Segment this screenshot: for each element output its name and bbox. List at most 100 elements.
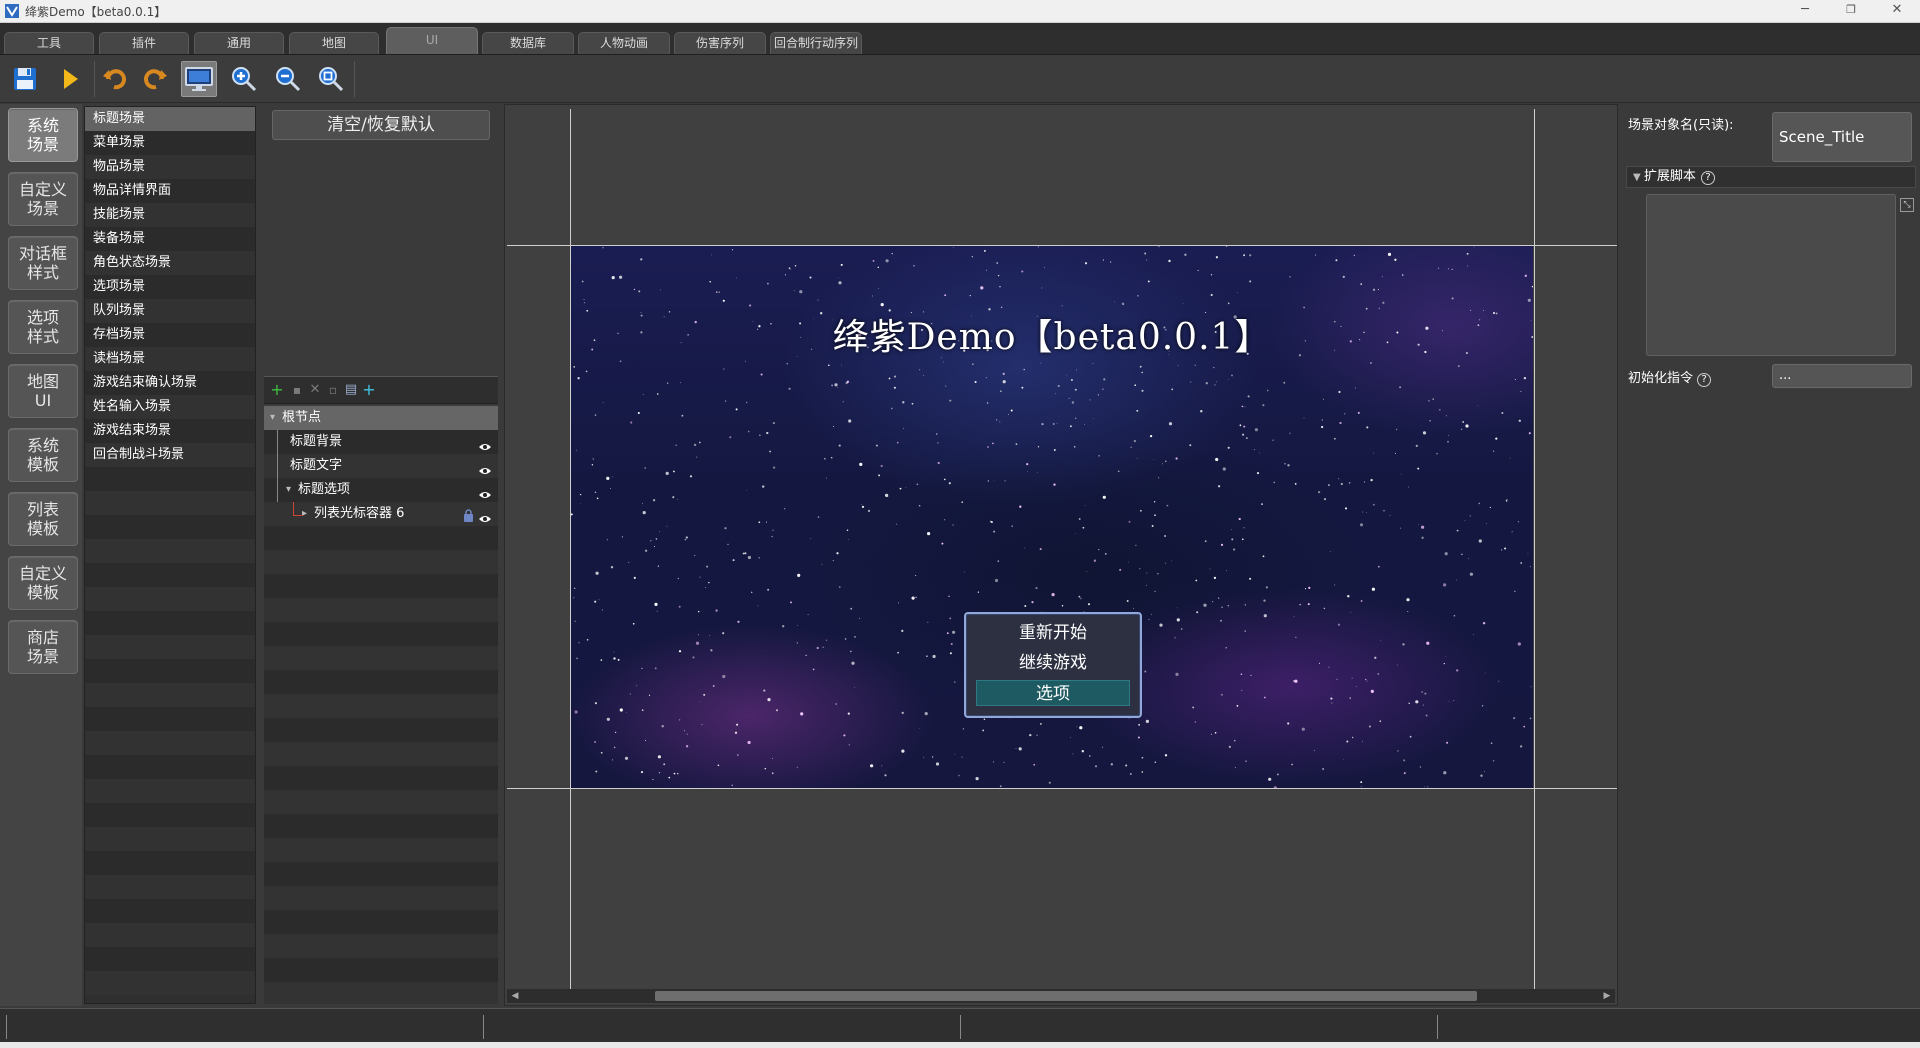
scene-list-item[interactable]: 读档场景 [85, 347, 255, 371]
undo-button[interactable] [96, 61, 132, 97]
horizontal-scrollbar[interactable]: ◀ ▶ [507, 989, 1615, 1003]
title-menu-item[interactable]: 继续游戏 [976, 650, 1130, 676]
help-icon[interactable]: ? [1697, 373, 1712, 387]
scene-list-empty-row [85, 731, 255, 755]
tree-node[interactable]: 标题文字 [264, 454, 498, 478]
visibility-eye-icon[interactable] [478, 461, 492, 474]
delete-node-icon[interactable]: ▪ [288, 381, 306, 399]
scene-list-item[interactable]: 选项场景 [85, 275, 255, 299]
scene-list-item[interactable]: 物品场景 [85, 155, 255, 179]
guide-line-horizontal [507, 788, 1617, 789]
play-button[interactable] [52, 61, 88, 97]
visibility-eye-icon[interactable] [478, 437, 492, 450]
extension-script-header[interactable]: ▼ 扩展脚本 ? [1626, 166, 1916, 188]
tab-plugins[interactable]: 插件 [99, 32, 189, 54]
tab-general[interactable]: 通用 [194, 32, 284, 54]
lock-icon[interactable] [463, 507, 474, 522]
visibility-eye-icon[interactable] [478, 509, 492, 522]
scene-list-item[interactable]: 游戏结束场景 [85, 419, 255, 443]
tree-branch-line [277, 478, 278, 502]
scene-list-item[interactable]: 标题场景 [85, 107, 255, 131]
scene-list-item[interactable]: 存档场景 [85, 323, 255, 347]
tab-turn-action-sequence[interactable]: 回合制行动序列 [770, 32, 862, 54]
tab-map[interactable]: 地图 [289, 32, 379, 54]
canvas-area[interactable]: 绛紫Demo【beta0.0.1】 重新开始继续游戏选项 ◀ ▶ [504, 104, 1618, 1006]
category-button[interactable]: 自定义 模板 [8, 556, 78, 610]
node-toolbar: + ▪ ✕ ▫ ▤ + [264, 376, 498, 404]
scene-list-empty-row [85, 755, 255, 779]
scene-list-item[interactable]: 回合制战斗场景 [85, 443, 255, 467]
category-button[interactable]: 选项 样式 [8, 300, 78, 354]
title-menu-item[interactable]: 重新开始 [976, 620, 1130, 646]
restore-button[interactable]: ❐ [1828, 0, 1874, 22]
collapsed-arrow-icon[interactable]: ▸ [302, 502, 307, 526]
scene-list-item[interactable]: 装备场景 [85, 227, 255, 251]
zoom-fit-button[interactable] [313, 61, 349, 97]
add-child-node-icon[interactable]: + [360, 381, 378, 399]
scene-list-item[interactable]: 技能场景 [85, 203, 255, 227]
cut-node-icon[interactable]: ✕ [306, 381, 324, 399]
tree-empty-row [264, 934, 498, 958]
category-button[interactable]: 系统 场景 [8, 108, 78, 162]
title-menu-window[interactable]: 重新开始继续游戏选项 [964, 612, 1142, 718]
tree-node[interactable]: ▸ 列表光标容器 6 [264, 502, 498, 526]
scene-preview[interactable]: 绛紫Demo【beta0.0.1】 重新开始继续游戏选项 [571, 246, 1533, 788]
tree-empty-row [264, 742, 498, 766]
status-segment [960, 1015, 961, 1039]
expand-arrow-icon[interactable]: ▾ [270, 406, 275, 430]
category-button[interactable]: 列表 模板 [8, 492, 78, 546]
redo-button[interactable] [138, 61, 174, 97]
tab-tools[interactable]: 工具 [4, 32, 94, 54]
scene-list-item[interactable]: 物品详情界面 [85, 179, 255, 203]
visibility-eye-icon[interactable] [478, 485, 492, 498]
expand-editor-icon[interactable]: ⤡ [1900, 198, 1914, 212]
tab-damage-sequence[interactable]: 伤害序列 [674, 32, 766, 54]
scroll-left-icon[interactable]: ◀ [509, 990, 521, 1002]
category-button[interactable]: 对话框 样式 [8, 236, 78, 290]
category-button[interactable]: 自定义 场景 [8, 172, 78, 226]
zoom-in-button[interactable] [226, 61, 262, 97]
close-button[interactable]: ✕ [1874, 0, 1920, 22]
tab-ui[interactable]: UI [386, 27, 478, 54]
save-button[interactable] [7, 61, 43, 97]
tree-node[interactable]: 标题背景 [264, 430, 498, 454]
help-icon[interactable]: ? [1701, 171, 1716, 185]
taskbar-strip [0, 1042, 1920, 1048]
paste-node-icon[interactable]: ▤ [342, 381, 360, 399]
category-label-line: 列表 [26, 500, 59, 519]
category-button[interactable]: 商店 场景 [8, 620, 78, 674]
zoom-out-icon [276, 67, 301, 92]
tree-empty-row [264, 886, 498, 910]
copy-node-icon[interactable]: ▫ [324, 381, 342, 399]
scene-list-item[interactable]: 姓名输入场景 [85, 395, 255, 419]
tree-empty-row [264, 814, 498, 838]
tree-node[interactable]: ▾ 标题选项 [264, 478, 498, 502]
add-node-icon[interactable]: + [268, 381, 286, 399]
scene-list-item[interactable]: 游戏结束确认场景 [85, 371, 255, 395]
status-segment [6, 1015, 7, 1039]
extension-script-editor[interactable] [1646, 194, 1896, 356]
title-menu-item[interactable]: 选项 [976, 680, 1130, 706]
tree-node[interactable]: ▾ 根节点 [264, 406, 498, 430]
scene-title-text[interactable]: 绛紫Demo【beta0.0.1】 [571, 308, 1533, 360]
tree-empty-row [264, 838, 498, 862]
scene-list-empty-row [85, 827, 255, 851]
tab-character-animation[interactable]: 人物动画 [578, 32, 670, 54]
tab-database[interactable]: 数据库 [482, 32, 574, 54]
scrollbar-thumb[interactable] [655, 991, 1477, 1001]
expand-arrow-icon[interactable]: ▾ [286, 478, 291, 502]
scene-list-item[interactable]: 菜单场景 [85, 131, 255, 155]
scene-list-item[interactable]: 角色状态场景 [85, 251, 255, 275]
clear-restore-default-button[interactable]: 清空/恢复默认 [272, 110, 490, 140]
tree-empty-row [264, 526, 498, 550]
minimize-button[interactable]: ─ [1782, 0, 1828, 22]
category-button[interactable]: 系统 模板 [8, 428, 78, 482]
init-command-button[interactable]: ... [1772, 364, 1912, 388]
screen-preview-button[interactable] [181, 61, 217, 97]
scroll-right-icon[interactable]: ▶ [1601, 990, 1613, 1002]
category-label-line: 系统 [26, 436, 59, 455]
category-button[interactable]: 地图 UI [8, 364, 78, 418]
scene-list-item[interactable]: 队列场景 [85, 299, 255, 323]
zoom-out-button[interactable] [270, 61, 306, 97]
menu-tabs: 工具 插件 通用 地图 UI 数据库 人物动画 伤害序列 回合制行动序列 [0, 23, 1920, 55]
